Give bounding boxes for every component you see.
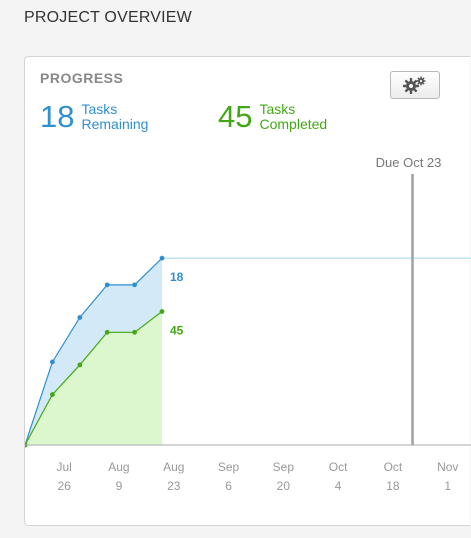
completed-data-label: 45 [170,324,184,338]
page-title: PROJECT OVERVIEW [24,9,192,26]
completed-point-5 [159,309,165,314]
remaining-point-3 [104,282,110,288]
x-tick-label-month: Oct [384,460,403,474]
x-tick-label-day: 6 [225,479,232,493]
x-tick-label-day: 26 [57,479,71,493]
completed-point-3 [104,329,110,335]
x-tick-label-day: 9 [116,479,123,493]
x-tick-label-month: Oct [329,460,348,474]
progress-card: PROGRESS 18 Tasks Remaining 45 Tasks Com… [24,56,471,526]
x-tick-label-month: Jul [56,460,71,474]
remaining-point-4 [132,282,137,288]
x-tick-label-day: 20 [277,479,291,493]
progress-chart: 18 45 Due Oct 23 Jul 26 Aug 9 Aug 23 Sep 6 Sep 20 Oct… [25,155,471,493]
remaining-point-1 [50,359,55,365]
completed-point-1 [50,392,55,397]
completed-point-2 [77,362,83,368]
remaining-point-5 [159,255,165,261]
x-tick-label-month: Aug [163,460,184,474]
due-date-label: Due Oct 23 [376,155,442,170]
x-tick-label-month: Nov [437,460,458,474]
x-tick-label-day: 18 [386,479,400,493]
x-tick-label-day: 1 [444,479,451,493]
x-tick-label-day: 23 [167,479,181,493]
x-tick-label-month: Aug [108,460,129,474]
x-tick-label-day: 4 [335,479,342,493]
x-tick-label-month: Sep [218,460,240,474]
remaining-data-label: 18 [170,270,184,284]
x-tick-label-month: Sep [273,460,295,474]
remaining-point-2 [77,315,83,320]
completed-point-4 [132,329,137,335]
